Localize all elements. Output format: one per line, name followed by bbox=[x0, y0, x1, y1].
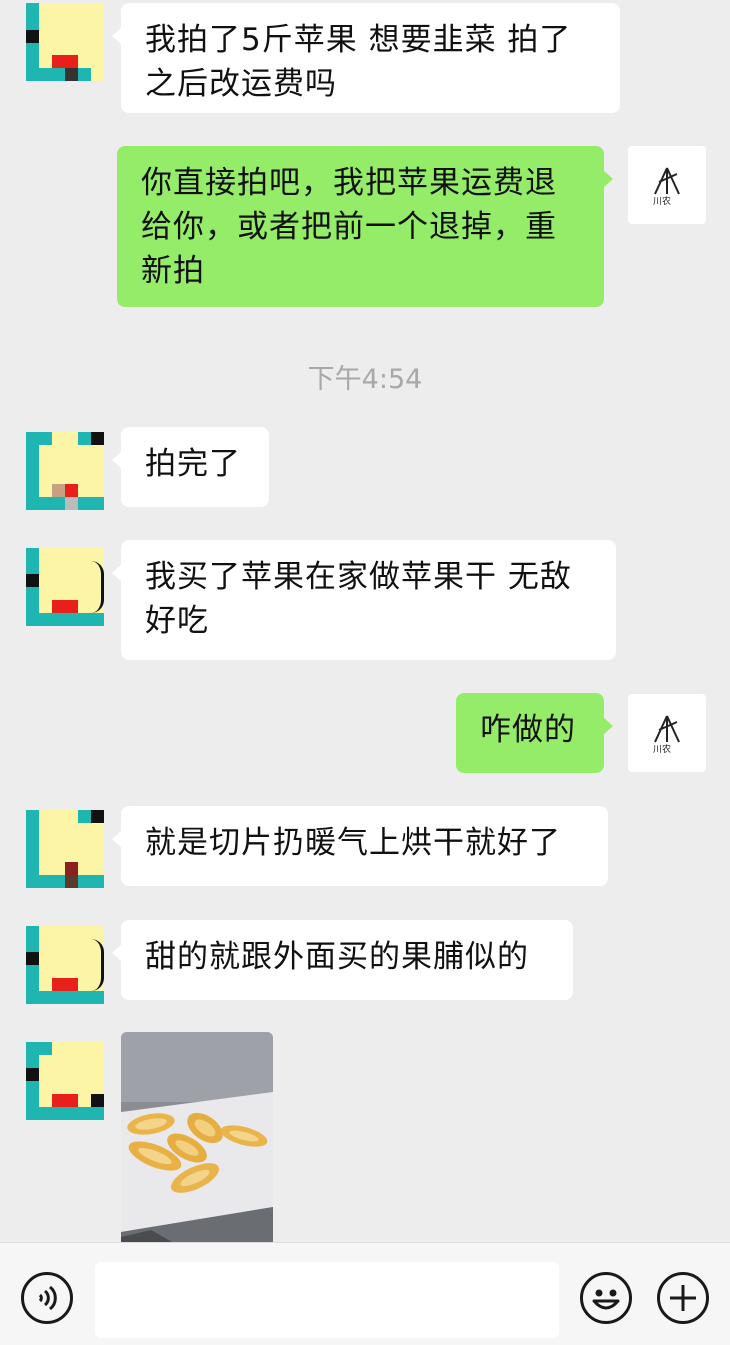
message-bubble[interactable]: 咋做的 bbox=[456, 693, 613, 773]
message-bubble[interactable]: 我买了苹果在家做苹果干 无敌 好吃 bbox=[112, 540, 616, 660]
plus-button[interactable] bbox=[657, 1272, 709, 1324]
svg-text:川农: 川农 bbox=[653, 195, 671, 206]
message-text-line: 我买了苹果在家做苹果干 无敌 bbox=[145, 559, 572, 595]
chat-area: 我拍了5斤苹果 想要韭菜 拍了 之后改运费吗 你直接拍吧，我把苹果运费退 给你，… bbox=[0, 0, 730, 1242]
emoji-icon bbox=[592, 1289, 620, 1310]
message-bubble[interactable]: 你直接拍吧，我把苹果运费退 给你，或者把前一个退掉，重 新拍 bbox=[117, 146, 613, 307]
logo-icon: 川农 bbox=[653, 167, 680, 206]
emoji-button[interactable] bbox=[580, 1272, 632, 1324]
message-bubble[interactable]: 就是切片扔暖气上烘干就好了 bbox=[112, 806, 608, 886]
message-text-line: 拍完了 bbox=[145, 446, 241, 482]
message-text-line: 甜的就跟外面买的果脯似的 bbox=[145, 939, 529, 975]
timestamp: 下午4:54 bbox=[307, 364, 423, 395]
contact-avatar[interactable] bbox=[26, 432, 104, 510]
contact-avatar[interactable] bbox=[26, 1042, 104, 1120]
contact-avatar[interactable] bbox=[26, 548, 104, 626]
contact-avatar[interactable] bbox=[26, 926, 104, 1004]
message-text-line: 我拍了5斤苹果 想要韭菜 拍了 bbox=[145, 22, 572, 58]
contact-avatar[interactable] bbox=[26, 3, 104, 81]
dried-apple-slices-image bbox=[121, 1032, 273, 1242]
message-text-line: 就是切片扔暖气上烘干就好了 bbox=[145, 825, 561, 861]
my-avatar[interactable]: 川农 bbox=[628, 694, 706, 772]
message-text-line: 给你，或者把前一个退掉，重 bbox=[141, 209, 557, 245]
message-input[interactable] bbox=[95, 1262, 559, 1338]
message-text-line: 你直接拍吧，我把苹果运费退 bbox=[141, 165, 557, 201]
voice-button[interactable] bbox=[21, 1272, 73, 1324]
contact-avatar[interactable] bbox=[26, 810, 104, 888]
svg-text:川农: 川农 bbox=[653, 743, 671, 754]
message-text-line: 咋做的 bbox=[480, 712, 576, 748]
photo-message[interactable] bbox=[121, 1032, 273, 1242]
logo-icon: 川农 bbox=[653, 715, 680, 754]
message-text-line: 之后改运费吗 bbox=[145, 66, 337, 102]
message-text-line: 新拍 bbox=[141, 253, 205, 289]
message-bubble[interactable]: 拍完了 bbox=[112, 427, 269, 507]
plus-icon bbox=[670, 1285, 696, 1311]
my-avatar[interactable]: 川农 bbox=[628, 146, 706, 224]
input-bar bbox=[0, 1242, 730, 1345]
voice-icon bbox=[38, 1285, 57, 1311]
message-text-line: 好吃 bbox=[145, 603, 209, 639]
message-bubble[interactable]: 甜的就跟外面买的果脯似的 bbox=[112, 920, 573, 1000]
message-bubble[interactable]: 我拍了5斤苹果 想要韭菜 拍了 之后改运费吗 bbox=[112, 3, 620, 113]
